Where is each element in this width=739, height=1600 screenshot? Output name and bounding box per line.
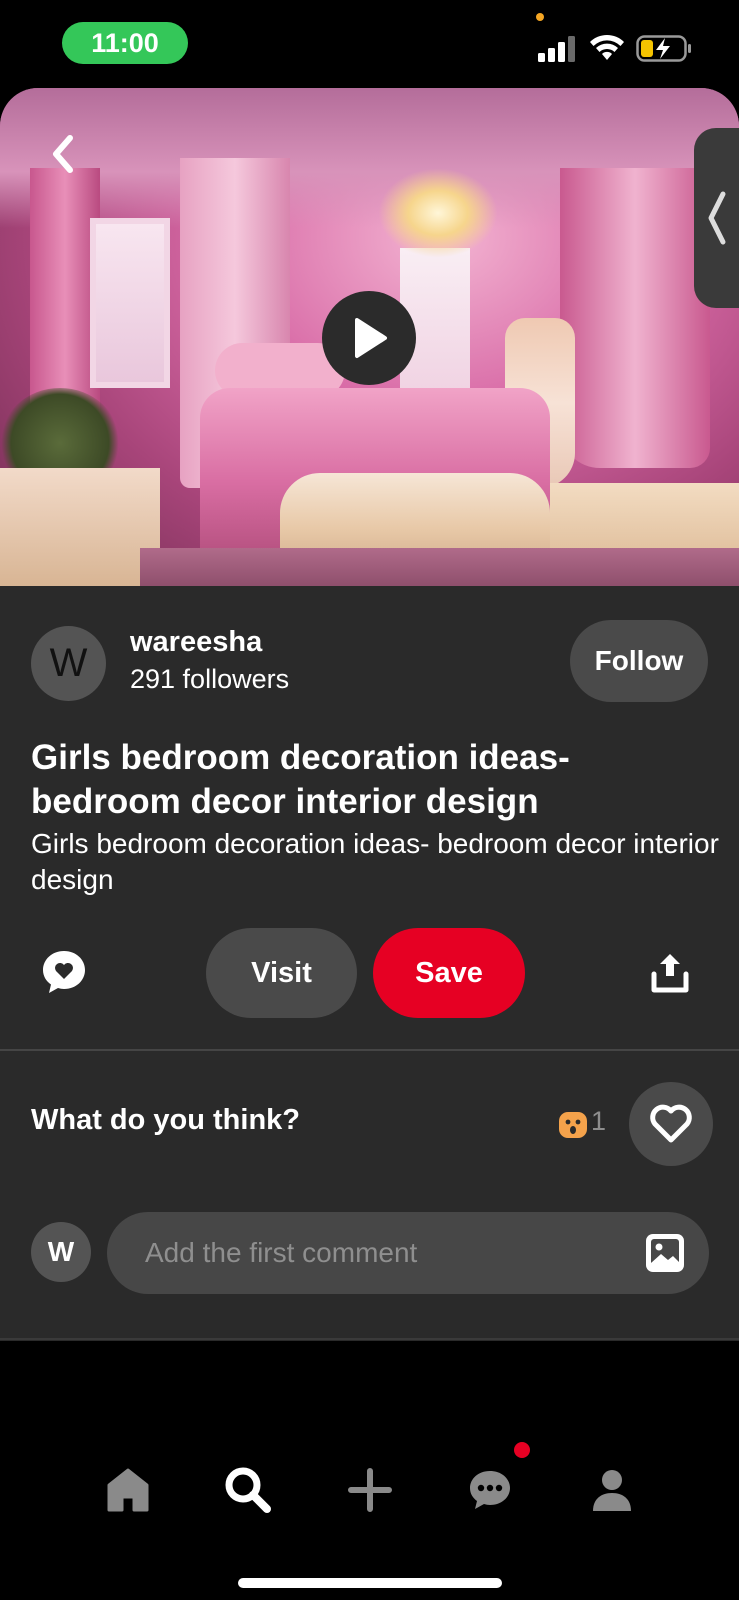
play-button[interactable] bbox=[322, 291, 416, 385]
media-chandelier bbox=[378, 168, 498, 258]
media-dresser bbox=[0, 468, 160, 586]
section-divider bbox=[0, 1338, 739, 1340]
privacy-indicator-dot bbox=[536, 13, 544, 21]
pin-title: Girls bedroom decoration ideas- bedroom … bbox=[31, 738, 570, 821]
chevron-left-icon[interactable] bbox=[46, 132, 80, 176]
play-icon bbox=[355, 318, 387, 358]
side-panel-tab[interactable] bbox=[694, 128, 739, 308]
plus-icon bbox=[348, 1468, 392, 1512]
profile-icon bbox=[593, 1470, 631, 1511]
status-time: 11:00 bbox=[62, 22, 188, 64]
react-button[interactable] bbox=[629, 1082, 713, 1166]
search-icon bbox=[225, 1467, 271, 1513]
notification-badge bbox=[514, 1442, 530, 1458]
nav-home[interactable] bbox=[100, 1462, 156, 1518]
save-button[interactable]: Save bbox=[373, 928, 525, 1018]
chat-icon bbox=[470, 1471, 510, 1509]
pin-details: W wareesha 291 followers Follow Girls be… bbox=[0, 586, 739, 1341]
nav-profile[interactable] bbox=[584, 1462, 640, 1518]
media-curtain bbox=[560, 168, 710, 468]
share-icon[interactable] bbox=[650, 950, 690, 994]
comment-heart-icon[interactable] bbox=[40, 948, 88, 996]
pin-description: Girls bedroom decoration ideas- bedroom … bbox=[31, 828, 719, 895]
comment-field[interactable] bbox=[107, 1212, 709, 1294]
media-window bbox=[90, 218, 170, 388]
image-icon[interactable] bbox=[644, 1232, 686, 1274]
wifi-icon bbox=[590, 34, 624, 60]
wow-emoji-icon[interactable] bbox=[558, 1109, 588, 1139]
section-divider bbox=[0, 1049, 739, 1051]
follower-count: 291 followers bbox=[130, 664, 290, 694]
home-icon bbox=[107, 1468, 149, 1512]
author-name[interactable]: wareesha bbox=[130, 626, 262, 659]
cellular-signal-icon bbox=[538, 36, 575, 62]
home-indicator[interactable] bbox=[238, 1578, 502, 1588]
user-avatar[interactable]: W bbox=[31, 1222, 91, 1282]
media-rug bbox=[140, 548, 739, 586]
bottom-nav bbox=[0, 1342, 739, 1600]
heart-icon bbox=[650, 1104, 692, 1143]
nav-messages[interactable] bbox=[462, 1462, 518, 1518]
status-bar: 11:00 bbox=[0, 0, 739, 88]
nav-create[interactable] bbox=[342, 1462, 398, 1518]
battery-charging-icon bbox=[636, 35, 691, 62]
chevron-left-icon bbox=[708, 191, 725, 245]
comment-input[interactable] bbox=[145, 1212, 625, 1294]
follow-button[interactable]: Follow bbox=[570, 620, 708, 702]
visit-button[interactable]: Visit bbox=[206, 928, 357, 1018]
author-avatar[interactable]: W bbox=[31, 626, 106, 701]
feedback-prompt: What do you think? bbox=[31, 1104, 301, 1136]
nav-search[interactable] bbox=[220, 1462, 276, 1518]
reaction-count: 1 bbox=[591, 1106, 607, 1136]
